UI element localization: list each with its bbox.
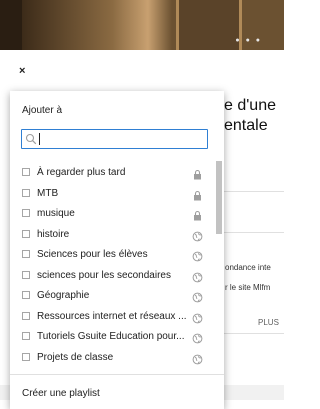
- playlist-checkbox[interactable]: [22, 352, 30, 361]
- video-title-line2: entale: [224, 117, 268, 134]
- scrollbar-thumb[interactable]: [216, 161, 222, 234]
- playlist-item[interactable]: MTB: [10, 184, 210, 204]
- globe-icon: [192, 270, 203, 282]
- dialog-divider: [10, 374, 224, 375]
- playlist-checkbox[interactable]: [22, 270, 30, 279]
- playlist-checkbox[interactable]: [22, 250, 30, 258]
- playlist-checkbox[interactable]: [22, 311, 30, 320]
- lock-icon: [192, 208, 203, 221]
- playlist-label: MTB: [37, 187, 59, 199]
- playlist-item[interactable]: Projets de classe: [10, 348, 210, 368]
- globe-icon: [192, 290, 203, 303]
- search-box[interactable]: [21, 129, 208, 149]
- globe-icon: [192, 331, 203, 344]
- lock-icon: [192, 167, 203, 180]
- playlist-label: Sciences pour les élèves: [37, 249, 148, 260]
- globe-icon: [192, 249, 203, 262]
- close-icon[interactable]: ×: [19, 64, 25, 78]
- playlist-label: musique: [37, 208, 75, 219]
- search-icon: [25, 133, 37, 145]
- description-line2: r le site Mlfm: [225, 283, 271, 292]
- playlist-label: À regarder plus tard: [37, 167, 126, 178]
- playlist-label: histoire: [37, 228, 70, 240]
- playlist-checkbox[interactable]: [22, 188, 30, 197]
- video-shade: [22, 0, 112, 50]
- lock-icon: [192, 188, 203, 200]
- search-input[interactable]: [38, 132, 198, 146]
- dialog-title: Ajouter à: [22, 105, 63, 116]
- playlist-item[interactable]: Géographie: [10, 286, 210, 306]
- more-button[interactable]: PLUS: [258, 318, 279, 327]
- text-cursor: [39, 133, 40, 145]
- globe-icon: [192, 311, 203, 323]
- video-thumbnail[interactable]: ● ● ●: [0, 0, 284, 50]
- globe-icon: [192, 352, 203, 364]
- playlist-checkbox[interactable]: [22, 291, 30, 299]
- playlist-checkbox[interactable]: [22, 332, 30, 340]
- playlist-item[interactable]: histoire: [10, 225, 210, 245]
- add-to-playlist-dialog: Ajouter à À regarder plus tard MTB musique…: [10, 91, 224, 409]
- playlist-item[interactable]: Ressources internet et réseaux ...: [10, 307, 210, 327]
- description-line1: ondance inte: [225, 263, 271, 272]
- video-frame-object: [176, 0, 242, 50]
- playlist-item[interactable]: musique: [10, 204, 210, 224]
- playlist-label: Tutoriels Gsuite Education pour...: [37, 331, 185, 342]
- playlist-label: Projets de classe: [37, 351, 114, 363]
- video-title-line1: e d'une: [224, 97, 276, 114]
- video-title: e d'une entale: [224, 96, 276, 136]
- create-playlist-button[interactable]: Créer une playlist: [22, 388, 100, 400]
- video-glow: [112, 0, 172, 50]
- playlist-checkbox[interactable]: [22, 229, 30, 238]
- playlist-item[interactable]: Sciences pour les élèves: [10, 245, 210, 265]
- playlist-label: Géographie: [37, 290, 90, 301]
- playlist-label: Ressources internet et réseaux ...: [37, 310, 187, 322]
- playlist-item[interactable]: sciences pour les secondaires: [10, 266, 210, 286]
- video-dark-area: [0, 0, 22, 50]
- playlist-checkbox[interactable]: [22, 209, 30, 217]
- playlist-item[interactable]: Tutoriels Gsuite Education pour...: [10, 327, 210, 347]
- playlist-label: sciences pour les secondaires: [37, 269, 171, 281]
- playlist-item[interactable]: À regarder plus tard: [10, 163, 210, 183]
- globe-icon: [192, 229, 203, 241]
- video-dots: ● ● ●: [235, 37, 262, 44]
- playlist-checkbox[interactable]: [22, 168, 30, 176]
